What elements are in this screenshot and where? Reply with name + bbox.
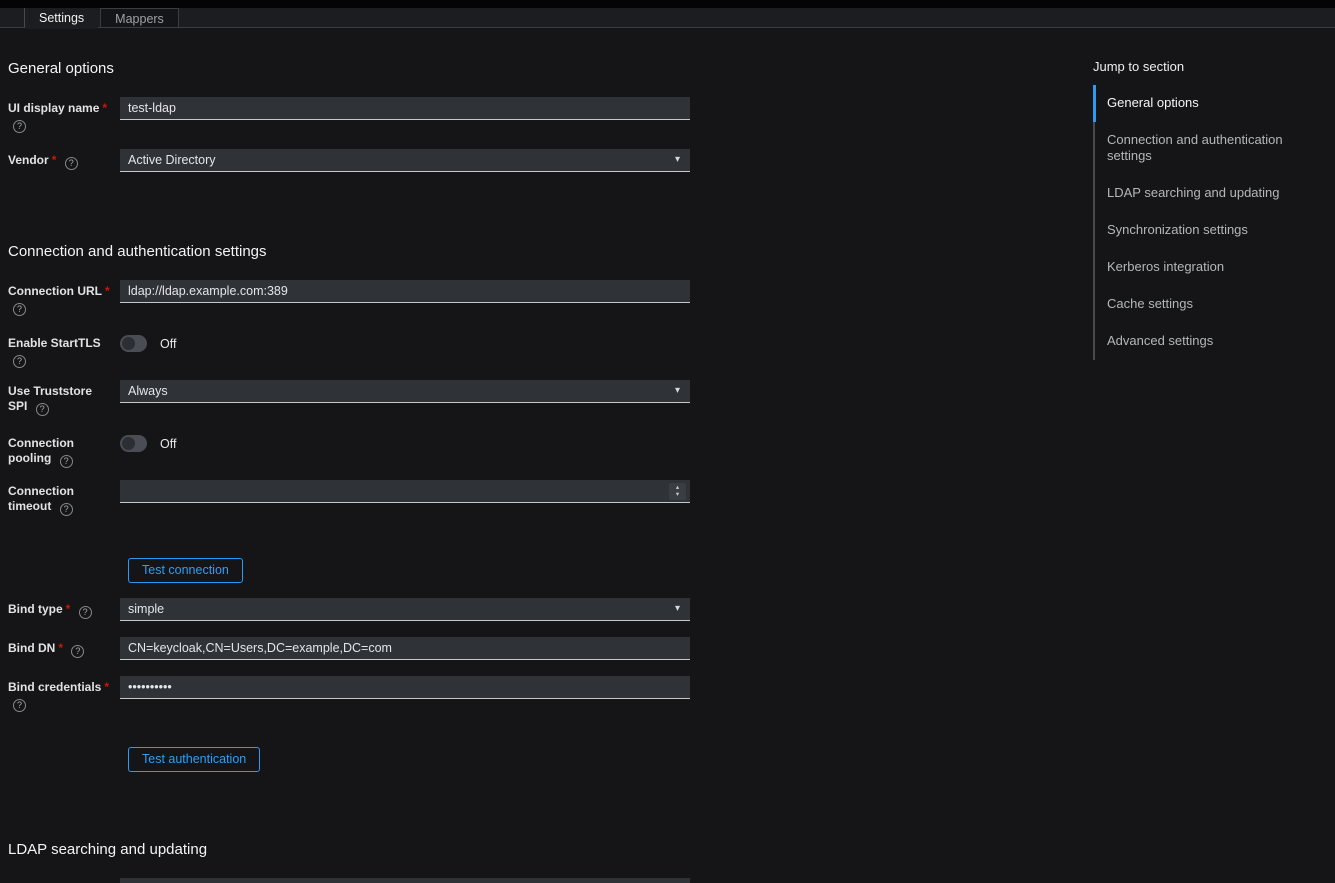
jump-nav-item-general-options[interactable]: General options (1093, 85, 1329, 122)
use-truststore-spi-select[interactable]: Always ▾ (120, 380, 690, 403)
bind-type-label: Bind type* ? (8, 598, 120, 619)
field-row-connection-timeout: Connection timeout ? ▴ ▾ (8, 480, 700, 516)
field-row-use-truststore-spi: Use Truststore SPI ? Always ▾ (8, 380, 700, 416)
connection-pooling-label: Connection pooling ? (8, 432, 120, 468)
test-connection-button[interactable]: Test connection (128, 558, 243, 583)
label-text: Bind DN (8, 641, 55, 655)
required-indicator: * (102, 101, 107, 115)
jump-nav-list: General options Connection and authentic… (1093, 85, 1329, 360)
connection-pooling-toggle[interactable] (120, 435, 147, 452)
label-text: Enable StartTLS (8, 336, 101, 350)
field-row-connection-url: Connection URL* ? (8, 280, 700, 316)
toggle-knob (122, 437, 135, 450)
section-title-general-options: General options (8, 61, 700, 77)
label-text: Use Truststore SPI (8, 384, 92, 413)
help-icon[interactable]: ? (13, 699, 26, 712)
toggle-knob (122, 337, 135, 350)
vendor-select[interactable]: Active Directory ▾ (120, 149, 690, 172)
help-icon[interactable]: ? (13, 120, 26, 133)
edit-mode-select[interactable]: READ_ONLY ▾ (120, 878, 690, 883)
vendor-select-value: Active Directory (128, 153, 216, 167)
masthead-strip (0, 0, 1335, 8)
jump-to-section-nav: Jump to section General options Connecti… (1093, 60, 1329, 360)
required-indicator: * (58, 641, 63, 655)
connection-url-label: Connection URL* ? (8, 280, 120, 316)
use-truststore-spi-label: Use Truststore SPI ? (8, 380, 120, 416)
bind-type-select[interactable]: simple ▾ (120, 598, 690, 621)
ui-display-name-input[interactable] (120, 97, 690, 120)
connection-timeout-label: Connection timeout ? (8, 480, 120, 516)
jump-nav-item-ldap-searching[interactable]: LDAP searching and updating (1095, 175, 1329, 212)
bind-dn-input[interactable] (120, 637, 690, 660)
help-icon[interactable]: ? (13, 355, 26, 368)
caret-down-icon: ▾ (675, 155, 680, 165)
bind-credentials-input[interactable] (120, 676, 690, 699)
test-authentication-button[interactable]: Test authentication (128, 747, 260, 772)
field-row-edit-mode: Edit mode* ? READ_ONLY ▾ (8, 878, 700, 883)
label-text: Connection URL (8, 284, 102, 298)
help-icon[interactable]: ? (13, 303, 26, 316)
number-stepper[interactable]: ▴ ▾ (669, 483, 686, 500)
required-indicator: * (105, 284, 110, 298)
help-icon[interactable]: ? (71, 645, 84, 658)
jump-nav-item-kerberos-integration[interactable]: Kerberos integration (1095, 249, 1329, 286)
section-title-connection-settings: Connection and authentication settings (8, 244, 700, 260)
tab-bar: Settings Mappers (0, 8, 1335, 28)
tab-stub (0, 8, 25, 28)
bind-credentials-label: Bind credentials* ? (8, 676, 120, 712)
caret-down-icon: ▾ (675, 604, 680, 614)
field-row-bind-credentials: Bind credentials* ? (8, 676, 700, 712)
edit-mode-label: Edit mode* ? (8, 878, 120, 883)
field-row-vendor: Vendor* ? Active Directory ▾ (8, 149, 700, 172)
toggle-state-label: Off (160, 337, 176, 351)
label-text: Vendor (8, 153, 49, 167)
stepper-down-icon[interactable]: ▾ (676, 492, 679, 499)
bind-dn-label: Bind DN* ? (8, 637, 120, 658)
label-text: UI display name (8, 101, 99, 115)
help-icon[interactable]: ? (60, 503, 73, 516)
enable-starttls-toggle[interactable] (120, 335, 147, 352)
jump-nav-title: Jump to section (1093, 60, 1329, 74)
jump-nav-item-advanced-settings[interactable]: Advanced settings (1095, 323, 1329, 360)
field-row-bind-dn: Bind DN* ? (8, 637, 700, 660)
help-icon[interactable]: ? (65, 157, 78, 170)
required-indicator: * (52, 153, 57, 167)
help-icon[interactable]: ? (79, 606, 92, 619)
section-title-ldap-searching: LDAP searching and updating (8, 842, 700, 858)
connection-timeout-input[interactable] (120, 480, 690, 503)
required-indicator: * (66, 602, 71, 616)
jump-nav-item-cache-settings[interactable]: Cache settings (1095, 286, 1329, 323)
field-row-enable-starttls: Enable StartTLS ? Off (8, 332, 700, 368)
tab-settings[interactable]: Settings (25, 8, 98, 29)
toggle-state-label: Off (160, 437, 176, 451)
label-text: Bind type (8, 602, 63, 616)
connection-url-input[interactable] (120, 280, 690, 303)
enable-starttls-label: Enable StartTLS ? (8, 332, 120, 368)
ldap-settings-form: General options UI display name* ? Vendo… (0, 61, 700, 883)
label-text: Bind credentials (8, 680, 101, 694)
vendor-label: Vendor* ? (8, 149, 120, 170)
field-row-connection-pooling: Connection pooling ? Off (8, 432, 700, 468)
required-indicator: * (104, 680, 109, 694)
caret-down-icon: ▾ (675, 386, 680, 396)
jump-nav-item-synchronization-settings[interactable]: Synchronization settings (1095, 212, 1329, 249)
jump-nav-item-connection-settings[interactable]: Connection and authentication settings (1095, 122, 1329, 175)
help-icon[interactable]: ? (60, 455, 73, 468)
field-row-bind-type: Bind type* ? simple ▾ (8, 598, 700, 621)
use-truststore-spi-select-value: Always (128, 384, 168, 398)
tab-mappers[interactable]: Mappers (100, 8, 179, 28)
ui-display-name-label: UI display name* ? (8, 97, 120, 133)
field-row-ui-display-name: UI display name* ? (8, 97, 700, 133)
help-icon[interactable]: ? (36, 403, 49, 416)
bind-type-select-value: simple (128, 602, 164, 616)
